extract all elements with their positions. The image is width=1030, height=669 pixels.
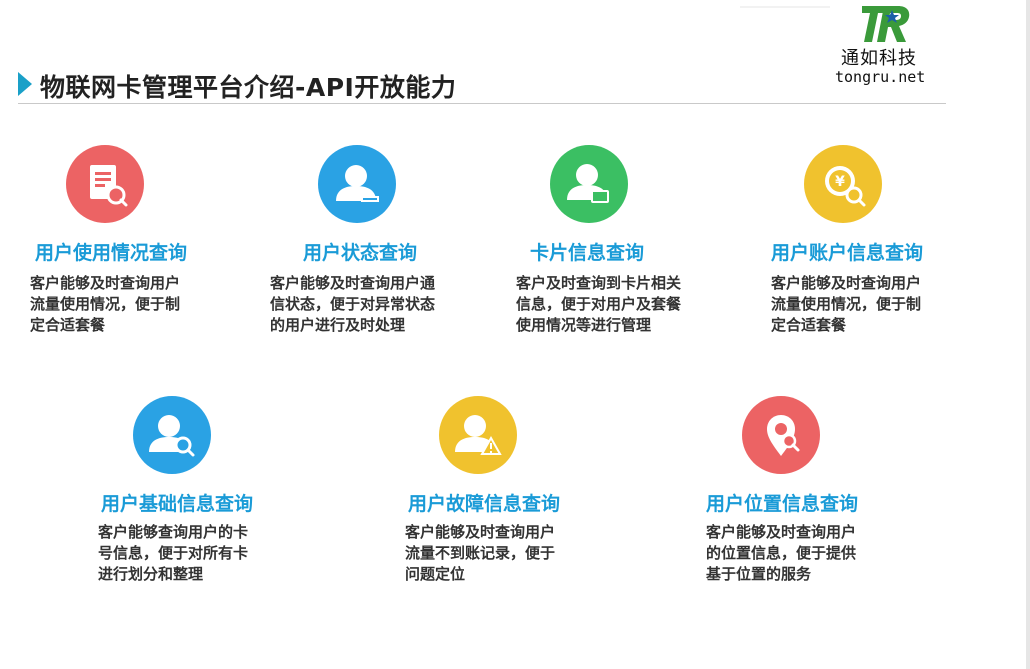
- yen-search-icon: ¥: [804, 145, 882, 223]
- tr-logo-icon: [862, 6, 910, 42]
- feature-description: 客户能够及时查询用户 流量不到账记录，便于 问题定位: [405, 523, 556, 583]
- feature-title: 用户位置信息查询: [706, 493, 859, 515]
- feature-title: 用户状态查询: [303, 242, 418, 264]
- feature-title: 用户使用情况查询: [35, 242, 188, 264]
- feature-description: 客户及时查询到卡片相关 信息，便于对用户及套餐 使用情况等进行管理: [516, 274, 682, 334]
- page-title: 物联网卡管理平台介绍-API开放能力: [40, 73, 457, 102]
- title-arrow-icon: [18, 72, 32, 96]
- feature-title: 卡片信息查询: [530, 242, 645, 264]
- feature-description: 客户能够及时查询用户 流量使用情况，便于制 定合适套餐: [30, 274, 181, 334]
- title-bar: 物联网卡管理平台介绍-API开放能力: [18, 68, 946, 104]
- user-warning-icon: [439, 396, 517, 474]
- feature-description: 客户能够及时查询用户通 信状态，便于对异常状态 的用户进行及时处理: [270, 274, 436, 334]
- slide: 通如科技 tongru.net 物联网卡管理平台介绍-API开放能力 用户使用情…: [0, 0, 1030, 669]
- feature-description: 客户能够及时查询用户 流量使用情况，便于制 定合适套餐: [771, 274, 922, 334]
- feature-title: 用户账户信息查询: [771, 242, 924, 264]
- svg-text:¥: ¥: [835, 174, 845, 190]
- title-divider: [18, 103, 946, 104]
- logo-chinese-name: 通如科技: [841, 48, 917, 69]
- feature-description: 客户能够及时查询用户 的位置信息，便于提供 基于位置的服务: [706, 523, 857, 583]
- user-status-icon: [318, 145, 396, 223]
- user-search-icon: [133, 396, 211, 474]
- location-search-icon: [742, 396, 820, 474]
- top-decor-line: [740, 6, 830, 8]
- document-search-icon: [66, 145, 144, 223]
- feature-description: 客户能够查询用户的卡 号信息，便于对所有卡 进行划分和整理: [98, 523, 249, 583]
- feature-title: 用户基础信息查询: [101, 493, 254, 515]
- right-edge: [1026, 0, 1030, 669]
- feature-title: 用户故障信息查询: [408, 493, 561, 515]
- user-card-icon: [550, 145, 628, 223]
